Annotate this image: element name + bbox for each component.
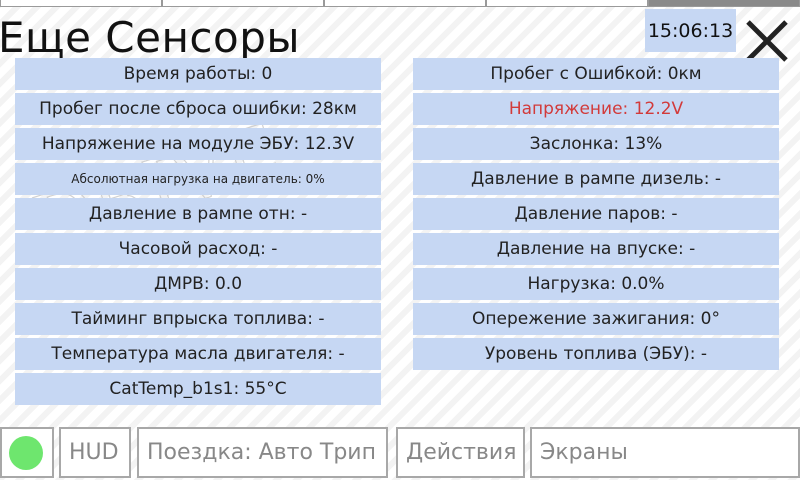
page-tab-strip: [0, 0, 800, 8]
trip-button[interactable]: Поездка: Авто Трип: [137, 427, 388, 478]
bottom-bar: HUD Поездка: Авто Трип Действия Экраны: [0, 427, 800, 480]
sensor-row[interactable]: CatTemp_b1s1: 55°C: [15, 373, 381, 405]
sensor-row[interactable]: Давление в рампе отн: -: [15, 198, 381, 230]
sensor-row[interactable]: Давление на впуске: -: [413, 233, 779, 265]
page-tab[interactable]: [324, 0, 486, 7]
page-tab[interactable]: [486, 0, 648, 7]
sensor-row[interactable]: Тайминг впрыска топлива: -: [15, 303, 381, 335]
hud-button[interactable]: HUD: [59, 427, 131, 478]
sensor-row[interactable]: Давление в рампе дизель: -: [413, 163, 779, 195]
left-sensor-list: Время работы: 0 Пробег после сброса ошиб…: [15, 58, 381, 408]
page-tab-active[interactable]: [648, 0, 800, 7]
sensor-row[interactable]: Заслонка: 13%: [413, 128, 779, 160]
right-sensor-list: Пробег с Ошибкой: 0км Напряжение: 12.2V …: [413, 58, 779, 373]
sensor-row[interactable]: Время работы: 0: [15, 58, 381, 90]
sensor-row[interactable]: ДМРВ: 0.0: [15, 268, 381, 300]
sensor-row[interactable]: Нагрузка: 0.0%: [413, 268, 779, 300]
clock: 15:06:13: [645, 9, 736, 52]
sensor-row[interactable]: Давление паров: -: [413, 198, 779, 230]
page-tab[interactable]: [162, 0, 324, 7]
status-indicator-icon: [9, 435, 43, 470]
page-tab[interactable]: [0, 0, 162, 7]
actions-button[interactable]: Действия: [396, 427, 525, 478]
page-title: Еще Сенсоры: [0, 13, 301, 62]
sensor-row[interactable]: Часовой расход: -: [15, 233, 381, 265]
screens-button[interactable]: Экраны: [530, 427, 800, 478]
sensor-row[interactable]: Температура масла двигателя: -: [15, 338, 381, 370]
sensor-row[interactable]: Абсолютная нагрузка на двигатель: 0%: [15, 163, 381, 195]
sensor-row[interactable]: Пробег после сброса ошибки: 28км: [15, 93, 381, 125]
sensor-row[interactable]: Опережение зажигания: 0°: [413, 303, 779, 335]
sensor-row[interactable]: Уровень топлива (ЭБУ): -: [413, 338, 779, 370]
sensor-row[interactable]: Пробег с Ошибкой: 0км: [413, 58, 779, 90]
sensor-row-alert[interactable]: Напряжение: 12.2V: [413, 93, 779, 125]
status-button[interactable]: [0, 427, 54, 478]
sensor-row[interactable]: Напряжение на модуле ЭБУ: 12.3V: [15, 128, 381, 160]
